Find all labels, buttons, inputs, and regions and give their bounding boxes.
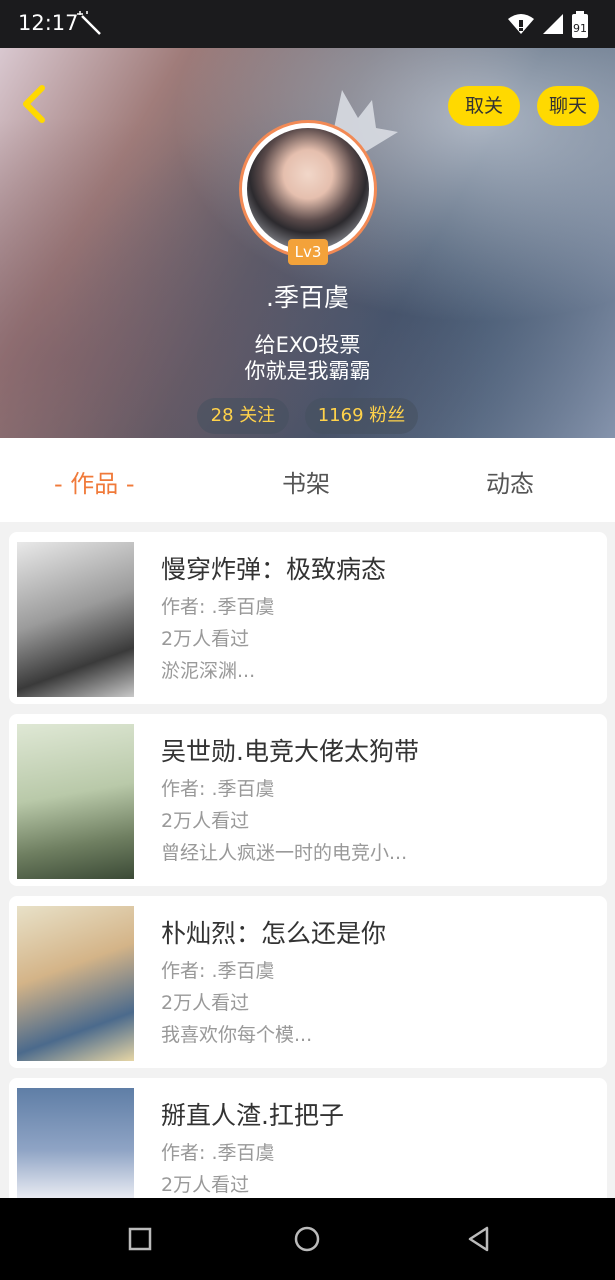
book-views: 2万人看过 [161,1174,250,1196]
wifi-icon [508,14,534,34]
book-title: 朴灿烈：怎么还是你 [161,919,387,948]
book-views: 2万人看过 [161,628,250,650]
battery-icon: 91 [572,11,588,38]
book-summary: 淤泥深渊... [161,660,256,682]
book-views: 2万人看过 [161,810,250,832]
recents-square-icon[interactable] [123,1222,157,1256]
book-cover [17,906,134,1061]
book-title: 吴世勋.电竞大佬太狗带 [161,737,419,766]
following-count-button[interactable]: 28 关注 [197,398,289,434]
book-card[interactable]: 朴灿烈：怎么还是你 作者: .季百虞 2万人看过 我喜欢你每个模... [9,896,607,1068]
book-card[interactable]: 掰直人渣.扛把子 作者: .季百虞 2万人看过 [9,1078,607,1198]
profile-tabs: - 作品 - 书架 动态 [0,438,615,522]
navigation-bar [0,1198,615,1280]
book-summary: 曾经让人疯迷一时的电竞小... [161,842,408,864]
home-circle-icon[interactable] [290,1222,324,1256]
book-card[interactable]: 吴世勋.电竞大佬太狗带 作者: .季百虞 2万人看过 曾经让人疯迷一时的电竞小.… [9,714,607,886]
book-cover [17,724,134,879]
tab-activity[interactable]: 动态 [486,464,534,499]
back-triangle-icon[interactable] [462,1222,496,1256]
profile-header: 取关 聊天 Lv3 .季百虞 给EXO投票 你就是我霸霸 28 关注 1169 … [0,48,615,438]
status-time: 12:17 [18,11,79,35]
book-author: 作者: .季百虞 [161,778,275,800]
book-cover [17,542,134,697]
book-author: 作者: .季百虞 [161,960,275,982]
back-arrow-icon[interactable] [14,82,58,126]
book-author: 作者: .季百虞 [161,1142,275,1164]
avatar[interactable] [247,128,369,250]
tab-bookshelf[interactable]: 书架 [282,464,330,499]
book-title: 慢穿炸弹：极致病态 [161,555,387,584]
book-cover [17,1088,134,1198]
tab-works[interactable]: - 作品 - [54,464,135,499]
level-badge: Lv3 [288,239,328,265]
bio-line-2: 你就是我霸霸 [244,359,371,383]
book-list: 慢穿炸弹：极致病态 作者: .季百虞 2万人看过 淤泥深渊... 吴世勋.电竞大… [0,522,615,1198]
followers-count-button[interactable]: 1169 粉丝 [305,398,418,434]
username: .季百虞 [266,283,349,312]
book-title: 掰直人渣.扛把子 [161,1101,344,1130]
book-card[interactable]: 慢穿炸弹：极致病态 作者: .季百虞 2万人看过 淤泥深渊... [9,532,607,704]
magic-wand-icon [77,11,101,35]
book-views: 2万人看过 [161,992,250,1014]
unfollow-button[interactable]: 取关 [448,86,520,126]
book-summary: 我喜欢你每个模... [161,1024,313,1046]
cell-signal-icon [543,14,563,34]
book-author: 作者: .季百虞 [161,596,275,618]
status-bar: 12:17 91 [0,0,615,48]
chat-button[interactable]: 聊天 [537,86,599,126]
battery-level: 91 [573,22,587,35]
